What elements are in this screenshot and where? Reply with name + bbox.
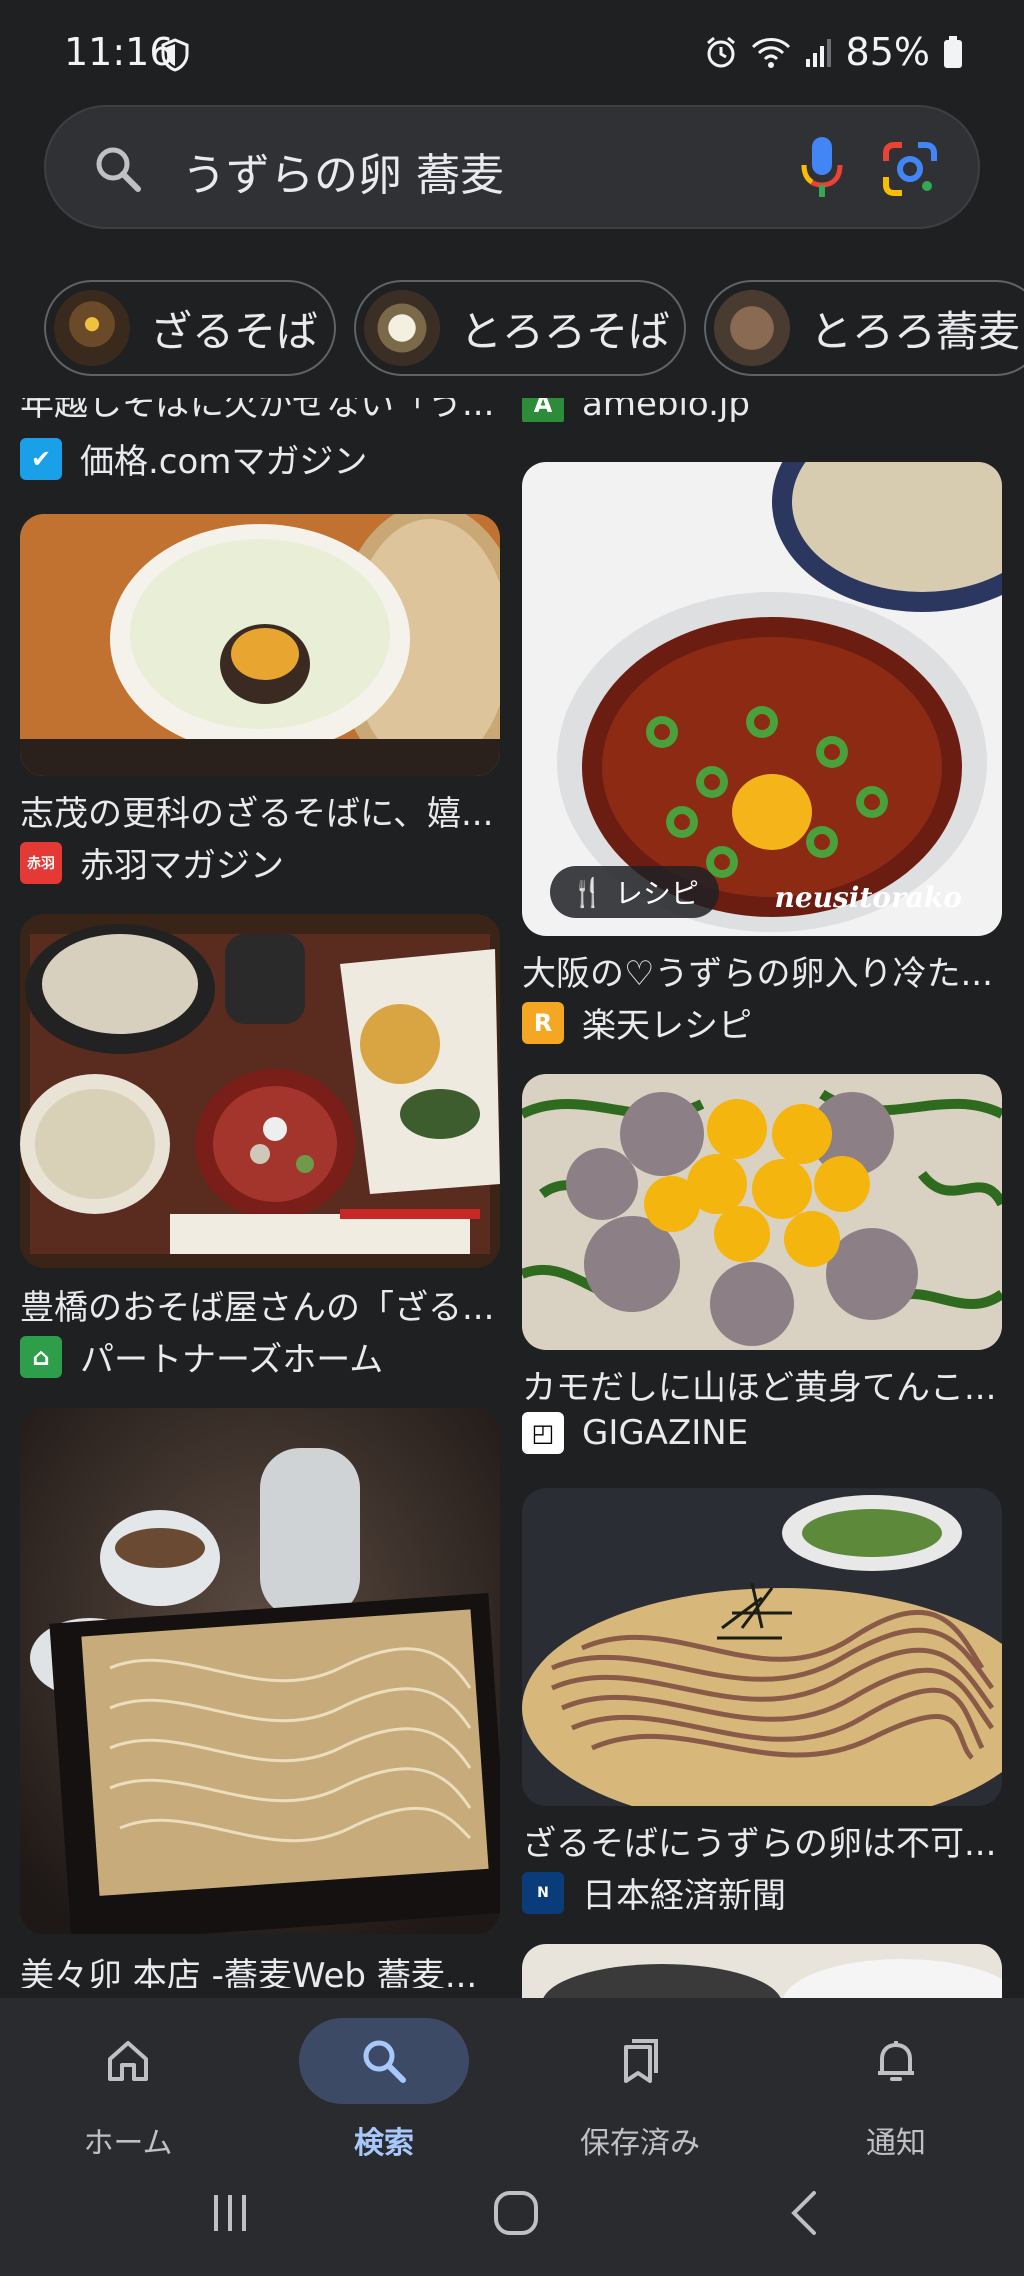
chip-tororo-soba-kanji[interactable]: とろろ蕎麦: [704, 280, 1024, 376]
mimiu-soba-image: [20, 1408, 500, 1934]
nav-label: ホーム: [83, 2126, 173, 2161]
shield-icon: [161, 38, 189, 72]
status-bar: 11:16 85%: [0, 0, 1024, 110]
home-icon: [108, 2041, 148, 2081]
result-title[interactable]: 大阪の♡うずらの卵入り冷た...: [522, 946, 1002, 995]
chip-thumbnail: [54, 290, 130, 366]
result-image[interactable]: [522, 1944, 1002, 1998]
result-image[interactable]: [522, 1074, 1002, 1350]
rakuten-recipe-favicon: R: [522, 1001, 564, 1044]
search-icon: [363, 2040, 406, 2083]
quail-egg-soup-image: [522, 462, 1002, 936]
lens-icon[interactable]: [882, 141, 938, 197]
search-query[interactable]: うずらの卵 蕎麦: [182, 139, 504, 203]
result-source[interactable]: ⌂ パートナーズホーム: [20, 1332, 383, 1381]
gigazine-favicon: ◰: [522, 1412, 564, 1454]
chip-tororo-soba[interactable]: とろろそば: [354, 280, 686, 376]
chip-thumbnail: [714, 290, 790, 366]
status-time: 11:16: [64, 30, 174, 74]
result-title[interactable]: 志茂の更科のざるそばに、嬉...: [20, 786, 500, 835]
recipe-badge: 🍴 レシピ: [550, 866, 719, 918]
image-watermark: neusitorako: [774, 881, 962, 914]
nav-notifications[interactable]: 通知: [786, 2018, 1006, 2162]
result-source[interactable]: A ameblo.jp: [522, 398, 750, 422]
chip-label: ざるそば: [150, 306, 319, 356]
kakaku-favicon: ✔: [20, 437, 62, 480]
signal-icon: [805, 39, 831, 67]
nav-saved[interactable]: 保存済み: [530, 2018, 750, 2162]
chip-label: とろろ蕎麦: [810, 306, 1021, 356]
chip-thumbnail: [364, 290, 440, 366]
bottom-navigation: ホーム 検索 保存済み 通知: [0, 1998, 1024, 2276]
kamo-dashi-egg-image: [522, 1074, 1002, 1350]
zaru-soba-quail-image: [522, 1488, 1002, 1806]
bookmarks-icon: [624, 2039, 658, 2083]
home-button-icon[interactable]: [492, 2189, 540, 2237]
result-title[interactable]: 美々卯 本店 -蕎麦Web 蕎麦...: [20, 1948, 500, 1988]
ameblo-favicon: A: [522, 398, 564, 422]
partial-result-image: [522, 1944, 1002, 1998]
nav-home[interactable]: ホーム: [18, 2018, 238, 2162]
result-title[interactable]: カモだしに山ほど黄身てんこ...: [522, 1360, 1002, 1409]
nav-label: 検索: [354, 2126, 414, 2161]
result-image[interactable]: [20, 914, 500, 1268]
back-icon[interactable]: [786, 2189, 822, 2237]
battery-icon: [944, 36, 962, 68]
zarusoba-egg-image: [20, 514, 500, 776]
result-image[interactable]: [20, 1408, 500, 1934]
system-navigation: [0, 2173, 1024, 2253]
result-title[interactable]: 豊橋のおそば屋さんの「ざる...: [20, 1280, 500, 1329]
search-icon: [96, 147, 141, 192]
result-image[interactable]: 🍴 レシピ neusitorako: [522, 462, 1002, 936]
result-source[interactable]: R 楽天レシピ: [522, 998, 752, 1047]
result-source[interactable]: ◰ GIGAZINE: [522, 1412, 748, 1454]
result-source[interactable]: N 日本経済新聞: [522, 1868, 786, 1917]
search-box[interactable]: うずらの卵 蕎麦: [44, 105, 980, 229]
result-source[interactable]: ✔ 価格.comマガジン: [20, 434, 367, 483]
bell-icon: [878, 2041, 914, 2081]
mic-icon[interactable]: [798, 135, 846, 201]
recents-icon[interactable]: [208, 2191, 252, 2235]
result-title[interactable]: ざるそばにうずらの卵は不可...: [522, 1816, 1002, 1865]
result-image[interactable]: [522, 1488, 1002, 1806]
nav-label: 通知: [866, 2126, 926, 2161]
result-image[interactable]: [20, 514, 500, 776]
nav-label: 保存済み: [580, 2126, 700, 2161]
soba-set-image: [20, 914, 500, 1268]
battery-percent: 85%: [845, 30, 930, 74]
chip-zarusoba[interactable]: ざるそば: [44, 280, 336, 376]
chip-label: とろろそば: [460, 306, 671, 356]
utensils-icon: 🍴: [570, 875, 605, 909]
nav-search[interactable]: 検索: [274, 2018, 494, 2162]
result-source[interactable]: 赤羽 赤羽マガジン: [20, 838, 284, 887]
nikkei-favicon: N: [522, 1871, 564, 1914]
partners-home-favicon: ⌂: [20, 1335, 62, 1378]
status-indicators: 85%: [704, 30, 964, 74]
wifi-icon: [751, 38, 790, 68]
akabane-favicon: 赤羽: [20, 841, 62, 884]
result-title[interactable]: 年越しそばに欠かせない「う...: [20, 398, 500, 422]
alarm-icon: [706, 36, 735, 68]
